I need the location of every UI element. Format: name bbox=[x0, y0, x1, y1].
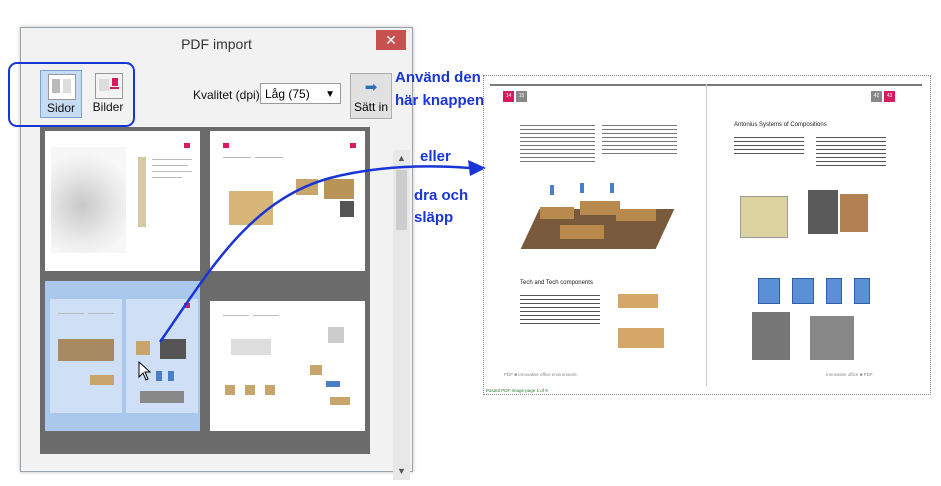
blue-cabinet-4 bbox=[854, 278, 870, 304]
left-page-number-2: 15 bbox=[516, 91, 527, 102]
right-footer: Innovative office ■ PDF bbox=[826, 372, 873, 377]
office-render bbox=[520, 179, 675, 259]
right-text-column-2 bbox=[816, 134, 886, 166]
right-text-column-1 bbox=[734, 134, 804, 156]
left-text-column-1 bbox=[520, 122, 595, 164]
rack-image-2 bbox=[810, 316, 854, 360]
desk-top-view-1 bbox=[618, 294, 658, 308]
preview-spread: 14 15 42 43 Tech and Tech components Ant… bbox=[490, 84, 922, 386]
blue-cabinet-2 bbox=[792, 278, 814, 304]
right-section-heading: Antonius Systems of Compositions bbox=[734, 122, 827, 128]
left-footer: PDF ■ Innovative office environment bbox=[504, 372, 577, 377]
desk-top-view-2 bbox=[618, 328, 664, 348]
mobile-cabinet-image bbox=[808, 190, 838, 234]
left-text-column-2 bbox=[602, 122, 677, 154]
left-section-heading: Tech and Tech components bbox=[520, 280, 593, 286]
left-page-number: 14 bbox=[503, 91, 514, 102]
blue-cabinet-1 bbox=[758, 278, 780, 304]
blue-cabinet-3 bbox=[826, 278, 842, 304]
left-section-text bbox=[520, 292, 600, 324]
right-page-number: 42 bbox=[871, 91, 882, 102]
pdf-preview-frame[interactable]: 14 15 42 43 Tech and Tech components Ant… bbox=[483, 75, 931, 395]
shelving-image bbox=[740, 196, 788, 238]
frame-label: Pasted PDF Image page 1 of 8 bbox=[486, 388, 548, 393]
rack-image-1 bbox=[752, 312, 790, 360]
right-page-number-2: 43 bbox=[884, 91, 895, 102]
